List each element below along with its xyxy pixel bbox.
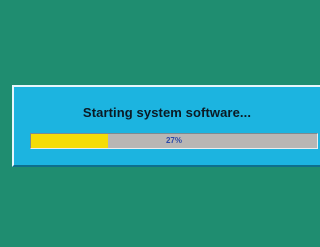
dialog-title: Starting system software...: [82, 105, 252, 120]
boot-screen: Starting system software... 27%: [0, 0, 320, 247]
progress-percent-label: 27%: [165, 136, 182, 145]
startup-dialog: Starting system software... 27%: [12, 85, 320, 167]
progress-bar: 27%: [30, 133, 318, 149]
